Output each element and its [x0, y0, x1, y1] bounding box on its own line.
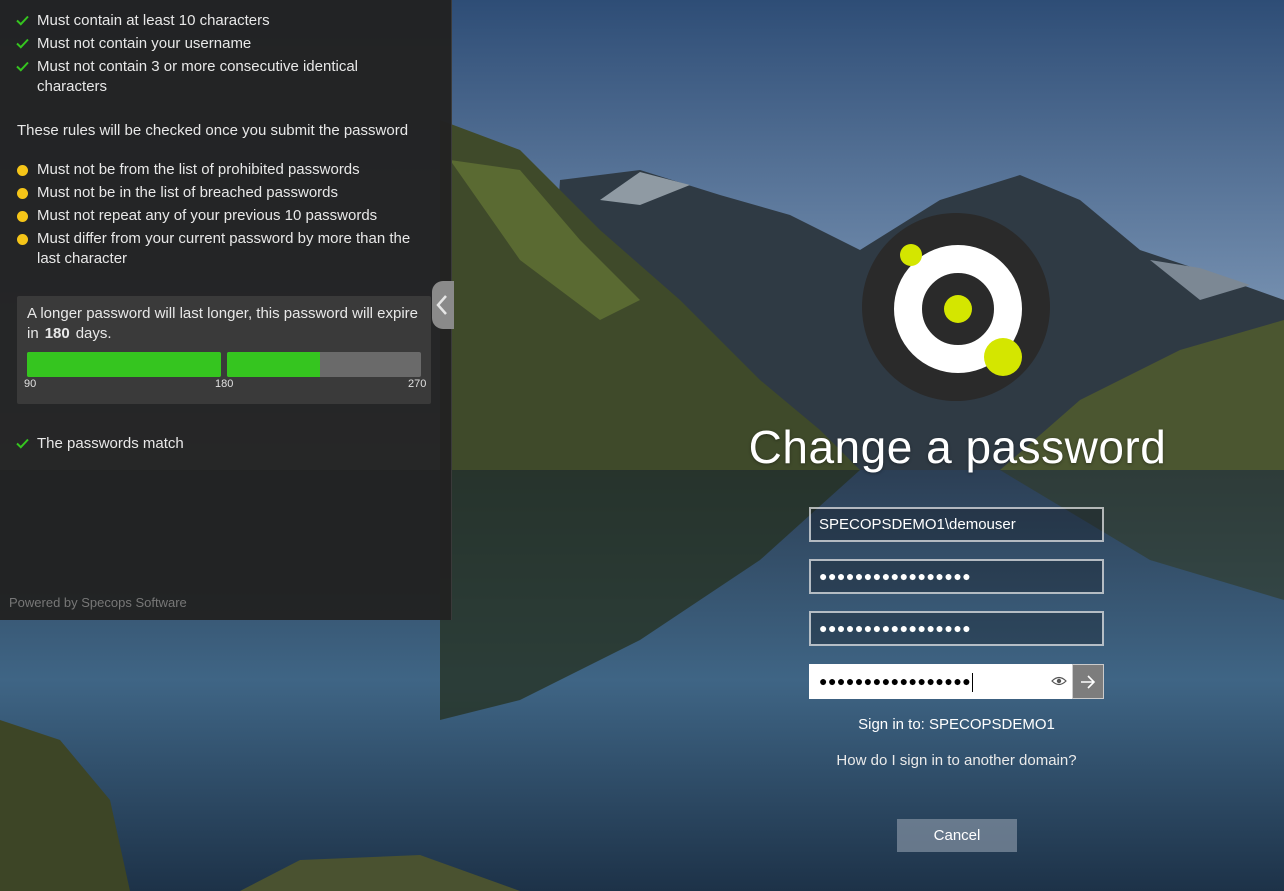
- old-password-value: ●●●●●●●●●●●●●●●●●: [819, 568, 972, 584]
- check-icon: [16, 11, 32, 31]
- pending-dot-icon: [16, 183, 32, 203]
- sign-in-domain-label: Sign in to: SPECOPSDEMO1: [858, 716, 1055, 733]
- new-password-value: ●●●●●●●●●●●●●●●●●: [819, 620, 972, 636]
- confirm-password-field[interactable]: ●●●●●●●●●●●●●●●●●: [809, 664, 1073, 699]
- expiry-days: 180: [44, 325, 70, 342]
- meter-tick-label: 180: [215, 378, 234, 390]
- expiry-meter: [27, 352, 421, 377]
- rule-text: Must not contain your username: [37, 35, 252, 52]
- check-icon: [16, 57, 32, 77]
- pending-dot-icon: [16, 229, 32, 249]
- rule-text: Must not repeat any of your previous 10 …: [37, 207, 378, 224]
- eye-icon[interactable]: [1051, 674, 1067, 688]
- meter-fill: [27, 352, 221, 377]
- username-value: SPECOPSDEMO1\demouser: [819, 516, 1016, 533]
- other-domain-link[interactable]: How do I sign in to another domain?: [760, 752, 1153, 769]
- chevron-left-icon: [436, 295, 447, 315]
- text-caret: [972, 672, 974, 692]
- confirm-password-mask: ●●●●●●●●●●●●●●●●●: [819, 673, 972, 689]
- old-password-field[interactable]: ●●●●●●●●●●●●●●●●●: [809, 559, 1104, 594]
- page-title: Change a password: [748, 421, 1167, 473]
- check-icon: [16, 34, 32, 54]
- meter-tick-label: 270: [408, 378, 427, 390]
- powered-by-footer: Powered by Specops Software: [9, 595, 187, 610]
- new-password-field[interactable]: ●●●●●●●●●●●●●●●●●: [809, 611, 1104, 646]
- match-text: The passwords match: [37, 435, 184, 452]
- rule-text: Must not be in the list of breached pass…: [37, 184, 338, 201]
- cancel-button[interactable]: Cancel: [897, 819, 1017, 852]
- collapse-panel-button[interactable]: [432, 281, 454, 329]
- meter-segment: [27, 352, 221, 377]
- expiry-info-box: A longer password will last longer, this…: [17, 296, 431, 404]
- check-icon: [16, 434, 32, 454]
- rule-text: Must not contain 3 or more consecutive i…: [37, 58, 358, 95]
- rule-text: Must differ from your current password b…: [37, 230, 411, 267]
- pending-dot-icon: [16, 160, 32, 180]
- arrow-right-icon: [1081, 675, 1096, 689]
- pending-rules-heading: These rules will be checked once you sub…: [17, 122, 409, 139]
- password-policy-panel: Must contain at least 10 characters Must…: [0, 0, 452, 620]
- expiry-text-after: days.: [75, 325, 112, 342]
- submit-button[interactable]: [1072, 664, 1104, 699]
- meter-tick-label: 90: [24, 378, 37, 390]
- pending-dot-icon: [16, 206, 32, 226]
- specops-logo: [862, 213, 1050, 401]
- meter-segment: [227, 352, 421, 377]
- rule-text: Must not be from the list of prohibited …: [37, 161, 360, 178]
- confirm-password-value: ●●●●●●●●●●●●●●●●●: [819, 666, 974, 697]
- meter-fill: [227, 352, 321, 377]
- rule-text: Must contain at least 10 characters: [37, 12, 270, 29]
- username-field[interactable]: SPECOPSDEMO1\demouser: [809, 507, 1104, 542]
- expiry-text: A longer password will last longer, this…: [27, 304, 427, 344]
